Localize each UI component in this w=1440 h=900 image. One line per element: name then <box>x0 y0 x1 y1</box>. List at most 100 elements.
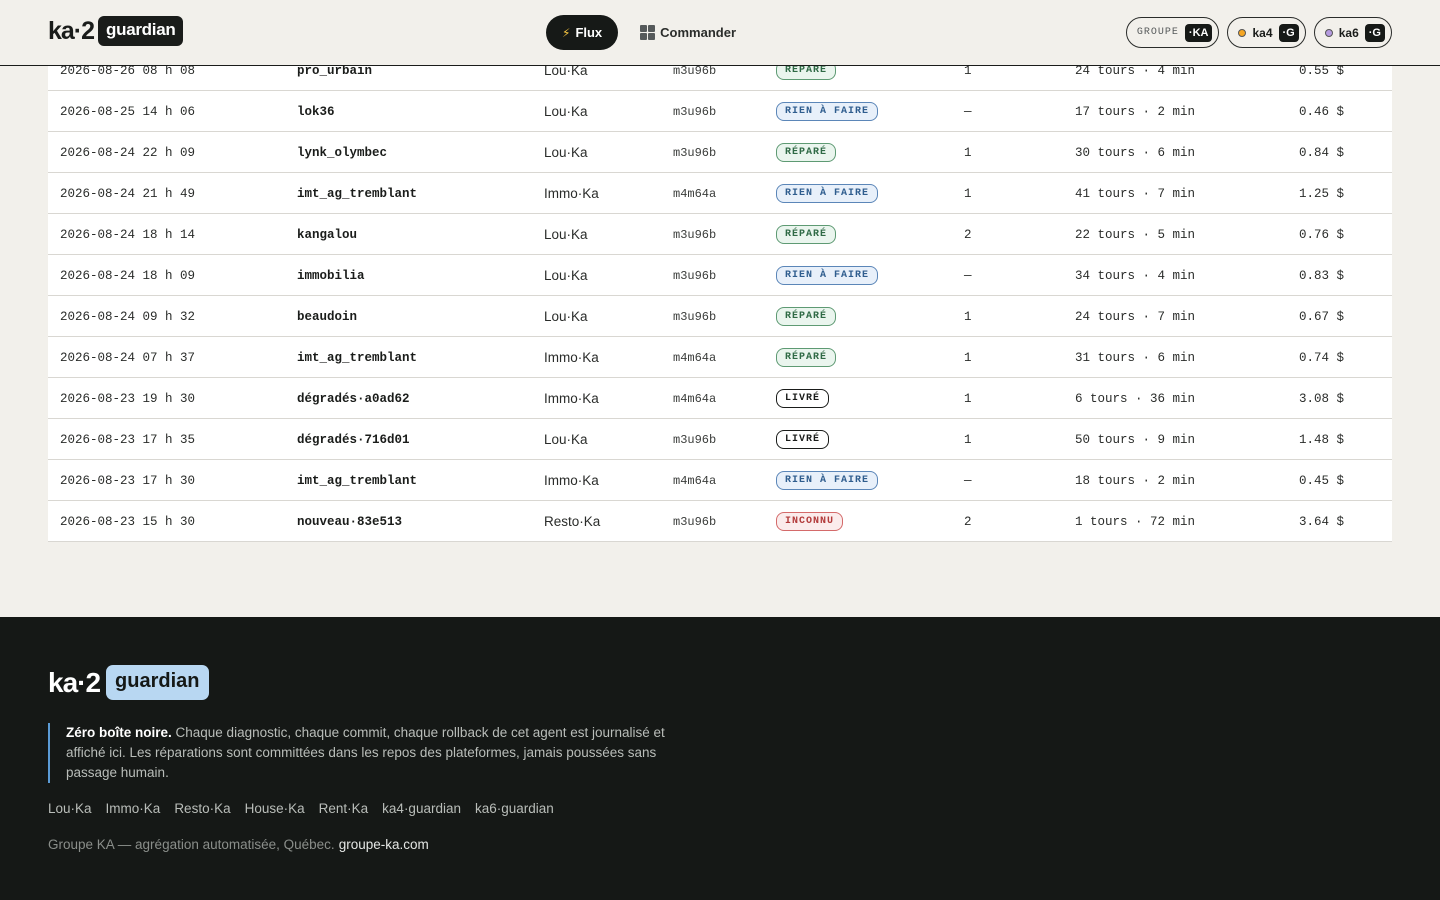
footer-link[interactable]: Immo·Ka <box>106 801 161 816</box>
run-source-cell: imt_ag_tremblant <box>297 186 418 201</box>
pill-ka4[interactable]: ka4 ·G <box>1227 17 1306 48</box>
run-agent-cell: m4m64a <box>673 391 717 406</box>
run-cost-cell: 1.48 $ <box>1298 432 1344 447</box>
table-row[interactable]: 2026-08-24 21 h 49 imt_ag_tremblant Immo·K… <box>48 173 1392 214</box>
run-count-cell: 1 <box>964 350 972 365</box>
pill-ka4-label: ka4 <box>1252 25 1273 40</box>
run-turns-cell: 18 tours · 2 min <box>1075 473 1196 488</box>
table-row[interactable]: 2026-08-23 15 h 30 nouveau·83e513 Resto·Ka… <box>48 501 1392 542</box>
table-row[interactable]: 2026-08-23 17 h 30 imt_ag_tremblant Immo·K… <box>48 460 1392 501</box>
status-badge: RIEN À FAIRE <box>776 102 879 121</box>
run-count-cell: — <box>964 473 972 488</box>
run-cost-cell: 0.76 $ <box>1298 227 1344 242</box>
run-platform-cell: Lou·Ka <box>544 432 588 447</box>
footer-copyright: Groupe KA — agrégation automatisée, Québ… <box>48 837 335 852</box>
status-badge: RIEN À FAIRE <box>776 184 879 203</box>
table-row[interactable]: 2026-08-24 07 h 37 imt_ag_tremblant Immo·K… <box>48 337 1392 378</box>
run-turns-cell: 41 tours · 7 min <box>1075 186 1196 201</box>
run-cost-cell: 0.45 $ <box>1298 473 1344 488</box>
run-agent-cell: m3u96b <box>673 514 717 529</box>
run-platform-cell: Immo·Ka <box>544 473 599 488</box>
status-badge: RÉPARÉ <box>776 143 837 162</box>
run-count-cell: 1 <box>964 391 972 406</box>
main-nav: ⚡ Flux Commander <box>546 15 736 50</box>
run-count-cell: 2 <box>964 227 972 242</box>
run-turns-cell: 50 tours · 9 min <box>1075 432 1196 447</box>
status-badge: INCONNU <box>776 512 844 531</box>
site-switcher: GROUPE ·KA ka4 ·G ka6 ·G <box>1125 17 1392 48</box>
footer-link[interactable]: ka4·guardian <box>382 801 461 816</box>
run-cost-cell: 0.74 $ <box>1298 350 1344 365</box>
footer-link[interactable]: Resto·Ka <box>174 801 230 816</box>
logo[interactable]: ka·2 guardian <box>48 16 184 46</box>
pill-groupe[interactable]: GROUPE ·KA <box>1125 17 1220 48</box>
run-count-cell: 1 <box>964 145 972 160</box>
table-row[interactable]: 2026-08-24 18 h 14 kangalou Lou·Ka m3u96b RÉ… <box>48 214 1392 255</box>
nav-flux-button[interactable]: ⚡ Flux <box>546 15 619 50</box>
footer-bottom: Groupe KA — agrégation automatisée, Québ… <box>48 837 429 852</box>
table-row[interactable]: 2026-08-23 17 h 35 dégradés·716d01 Lou·Ka m… <box>48 419 1392 460</box>
footer-link[interactable]: ka6·guardian <box>475 801 554 816</box>
footer-logo[interactable]: ka·2 guardian <box>48 665 209 700</box>
status-badge: RÉPARÉ <box>776 348 837 367</box>
run-status-cell: LIVRÉ <box>776 419 830 460</box>
pill-ka6-tag: ·G <box>1364 23 1385 42</box>
run-count-cell: 1 <box>964 309 972 324</box>
run-source-cell: nouveau·83e513 <box>297 514 403 529</box>
table-row[interactable]: 2026-08-24 18 h 09 immobilia Lou·Ka m3u96b R… <box>48 255 1392 296</box>
pill-ka4-tag: ·G <box>1278 23 1299 42</box>
runs-table: 2026-08-26 08 h 08 pro_urbain Lou·Ka m3u96b… <box>48 50 1392 542</box>
nav-flux-label: Flux <box>575 25 603 40</box>
run-turns-cell: 24 tours · 7 min <box>1075 309 1196 324</box>
run-platform-cell: Immo·Ka <box>544 391 599 406</box>
run-agent-cell: m3u96b <box>673 268 717 283</box>
run-cost-cell: 1.25 $ <box>1298 186 1344 201</box>
run-date-cell: 2026-08-24 18 h 09 <box>60 268 196 283</box>
run-source-cell: dégradés·a0ad62 <box>297 391 410 406</box>
run-date-cell: 2026-08-23 19 h 30 <box>60 391 196 406</box>
table-row[interactable]: 2026-08-23 19 h 30 dégradés·a0ad62 Immo·Ka… <box>48 378 1392 419</box>
table-row[interactable]: 2026-08-24 09 h 32 beaudoin Lou·Ka m3u96b RÉ… <box>48 296 1392 337</box>
run-count-cell: 2 <box>964 514 972 529</box>
footer-statement-bold: Zéro boîte noire. <box>66 725 172 740</box>
footer-site-link[interactable]: groupe-ka.com <box>339 837 429 852</box>
footer-links: Lou·Ka Immo·Ka Resto·Ka House·Ka Rent·Ka ka4·… <box>48 801 554 816</box>
footer-link[interactable]: Lou·Ka <box>48 801 92 816</box>
status-badge: RÉPARÉ <box>776 307 837 326</box>
run-agent-cell: m3u96b <box>673 145 717 160</box>
run-date-cell: 2026-08-24 22 h 09 <box>60 145 196 160</box>
nav-commander-label: Commander <box>660 25 737 40</box>
run-date-cell: 2026-08-24 21 h 49 <box>60 186 196 201</box>
status-dot-icon <box>1238 28 1247 37</box>
logo-text: ka·2 <box>48 16 95 45</box>
footer-statement: Zéro boîte noire. Chaque diagnostic, cha… <box>48 723 688 783</box>
run-source-cell: immobilia <box>297 268 365 283</box>
run-agent-cell: m3u96b <box>673 309 717 324</box>
nav-commander-button[interactable]: Commander <box>640 25 736 40</box>
run-agent-cell: m4m64a <box>673 186 717 201</box>
table-row[interactable]: 2026-08-25 14 h 06 lok36 Lou·Ka m3u96b RIEN … <box>48 91 1392 132</box>
run-source-cell: imt_ag_tremblant <box>297 473 418 488</box>
run-source-cell: lok36 <box>297 104 335 119</box>
run-turns-cell: 1 tours · 72 min <box>1075 514 1196 529</box>
status-badge: LIVRÉ <box>776 389 830 408</box>
footer-link[interactable]: House·Ka <box>245 801 305 816</box>
run-status-cell: INCONNU <box>776 501 844 542</box>
footer-logo-badge: guardian <box>106 665 209 700</box>
run-date-cell: 2026-08-24 18 h 14 <box>60 227 196 242</box>
footer-link[interactable]: Rent·Ka <box>319 801 369 816</box>
run-source-cell: imt_ag_tremblant <box>297 350 418 365</box>
pill-ka6[interactable]: ka6 ·G <box>1313 17 1392 48</box>
run-date-cell: 2026-08-25 14 h 06 <box>60 104 196 119</box>
run-date-cell: 2026-08-23 17 h 35 <box>60 432 196 447</box>
run-turns-cell: 17 tours · 2 min <box>1075 104 1196 119</box>
table-row[interactable]: 2026-08-24 22 h 09 lynk_olymbec Lou·Ka m3u9… <box>48 132 1392 173</box>
run-date-cell: 2026-08-23 17 h 30 <box>60 473 196 488</box>
run-status-cell: RIEN À FAIRE <box>776 91 879 132</box>
pill-groupe-label: GROUPE <box>1136 27 1179 38</box>
run-status-cell: RIEN À FAIRE <box>776 173 879 214</box>
top-bar: ka·2 guardian ⚡ Flux Commander GROUPE ·K… <box>0 0 1440 66</box>
run-platform-cell: Immo·Ka <box>544 350 599 365</box>
run-platform-cell: Resto·Ka <box>544 514 601 529</box>
run-cost-cell: 0.67 $ <box>1298 309 1344 324</box>
